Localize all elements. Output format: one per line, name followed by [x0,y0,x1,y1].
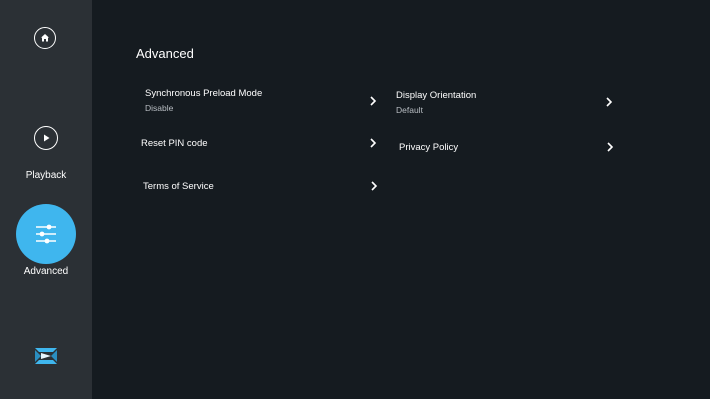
home-icon [41,34,49,42]
home-button[interactable] [34,27,56,49]
chevron-right-icon[interactable] [370,181,378,191]
sidebar-item-label: Playback [25,170,67,181]
sidebar: Playback Advanced [0,0,92,399]
setting-label: Reset PIN code [141,138,208,149]
chevron-right-icon[interactable] [606,142,614,152]
chevron-right-icon[interactable] [369,138,377,148]
setting-label: Display Orientation [396,90,477,101]
setting-value: Default [396,105,423,115]
chevron-right-icon[interactable] [605,97,613,107]
chevron-right-icon[interactable] [369,96,377,106]
app-logo-icon [35,348,57,364]
main-panel: Advanced Synchronous Preload Mode Disabl… [92,0,710,399]
setting-synchronous-preload-mode[interactable]: Synchronous Preload Mode Disable [145,88,262,118]
setting-label: Terms of Service [143,181,214,192]
setting-terms-of-service[interactable]: Terms of Service [143,181,214,211]
play-circle-icon [34,126,58,150]
sliders-icon [16,204,76,264]
page-title: Advanced [136,46,194,61]
setting-reset-pin-code[interactable]: Reset PIN code [141,138,208,168]
setting-label: Synchronous Preload Mode [145,88,263,99]
setting-privacy-policy[interactable]: Privacy Policy [399,142,458,172]
setting-label: Privacy Policy [399,142,459,153]
setting-value: Disable [145,103,174,113]
sidebar-item-label: Advanced [23,266,69,277]
setting-display-orientation[interactable]: Display Orientation Default [396,90,476,120]
